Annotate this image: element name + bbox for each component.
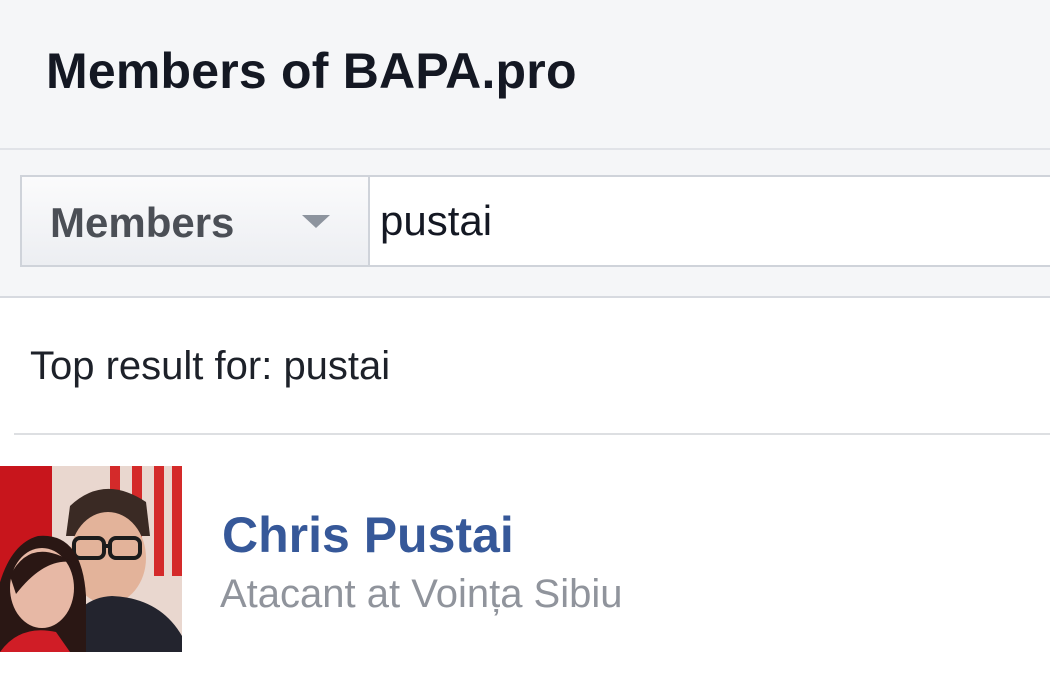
result-heading: Top result for: pustai bbox=[30, 344, 391, 388]
list-item: Chris Pustai Atacant at Voința Sibiu bbox=[0, 466, 1050, 652]
page: Members of BAPA.pro Members Top result f… bbox=[0, 0, 1050, 700]
search-bar: Members bbox=[20, 175, 1050, 267]
search-band: Members bbox=[0, 150, 1050, 298]
divider bbox=[14, 433, 1050, 435]
filter-dropdown-label: Members bbox=[50, 199, 235, 246]
member-name-link[interactable]: Chris Pustai bbox=[222, 506, 514, 564]
caret-down-icon bbox=[302, 215, 330, 228]
avatar-photo bbox=[0, 466, 182, 652]
search-input[interactable] bbox=[374, 177, 1050, 265]
filter-dropdown[interactable]: Members bbox=[22, 177, 370, 265]
member-subtitle: Atacant at Voința Sibiu bbox=[220, 572, 623, 616]
avatar[interactable] bbox=[0, 466, 182, 652]
page-header: Members of BAPA.pro bbox=[0, 0, 1050, 150]
page-title: Members of BAPA.pro bbox=[46, 43, 577, 99]
